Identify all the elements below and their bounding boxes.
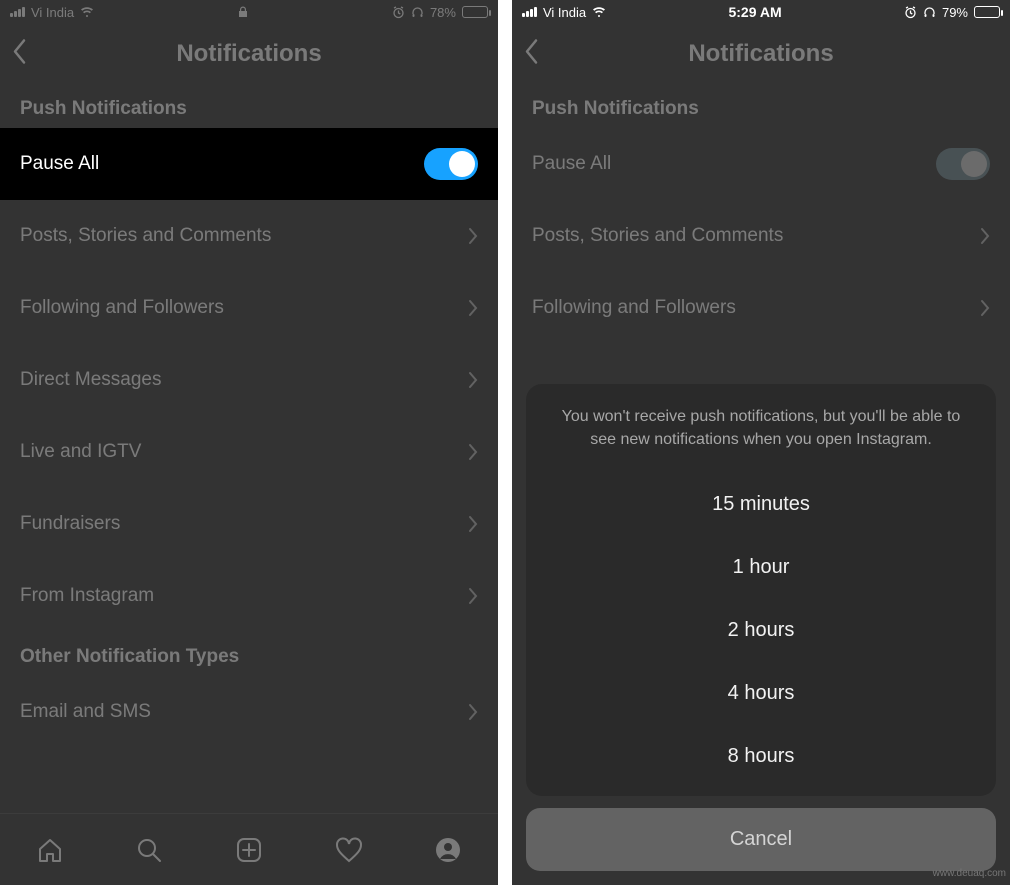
- pause-all-toggle[interactable]: [424, 148, 478, 180]
- row-label: Email and SMS: [20, 701, 151, 723]
- chevron-right-icon: [980, 299, 990, 317]
- row-from-instagram[interactable]: From Instagram: [0, 560, 498, 632]
- sheet-message: You won't receive push notifications, bu…: [550, 406, 972, 451]
- page-title: Notifications: [688, 40, 833, 68]
- tab-create[interactable]: [234, 835, 264, 865]
- section-push-notifications: Push Notifications: [0, 84, 498, 128]
- row-following-followers[interactable]: Following and Followers: [0, 272, 498, 344]
- carrier-label: Vi India: [543, 5, 586, 20]
- row-live-igtv[interactable]: Live and IGTV: [0, 416, 498, 488]
- row-label: From Instagram: [20, 585, 154, 607]
- watermark: www.deuaq.com: [933, 868, 1006, 879]
- pause-all-label: Pause All: [532, 153, 611, 175]
- option-15-minutes[interactable]: 15 minutes: [550, 473, 972, 536]
- section-other-notification-types: Other Notification Types: [0, 632, 498, 676]
- row-label: Posts, Stories and Comments: [20, 225, 271, 247]
- battery-icon: [974, 6, 1000, 18]
- row-email-sms[interactable]: Email and SMS: [0, 676, 498, 748]
- battery-pct-label: 78%: [430, 5, 456, 20]
- status-bar: Vi India 5:29 AM 79%: [512, 0, 1010, 24]
- pause-all-toggle[interactable]: [936, 148, 990, 180]
- pause-all-label: Pause All: [20, 153, 99, 175]
- signal-icon: [522, 7, 537, 17]
- headphone-icon: [411, 6, 424, 19]
- signal-icon: [10, 7, 25, 17]
- battery-icon: [462, 6, 488, 18]
- section-push-notifications: Push Notifications: [512, 84, 1010, 128]
- row-pause-all[interactable]: Pause All: [0, 128, 498, 200]
- option-4-hours[interactable]: 4 hours: [550, 662, 972, 725]
- alarm-icon: [904, 6, 917, 19]
- chevron-right-icon: [468, 371, 478, 389]
- row-label: Posts, Stories and Comments: [532, 225, 783, 247]
- sheet-body: You won't receive push notifications, bu…: [526, 384, 996, 796]
- tab-profile[interactable]: [433, 835, 463, 865]
- chevron-right-icon: [468, 587, 478, 605]
- status-bar: Vi India 78%: [0, 0, 498, 24]
- row-label: Following and Followers: [532, 297, 736, 319]
- lock-icon: [238, 6, 248, 18]
- row-direct-messages[interactable]: Direct Messages: [0, 344, 498, 416]
- row-posts-stories-comments[interactable]: Posts, Stories and Comments: [0, 200, 498, 272]
- row-label: Live and IGTV: [20, 441, 141, 463]
- chevron-right-icon: [468, 227, 478, 245]
- chevron-right-icon: [468, 515, 478, 533]
- cancel-button[interactable]: Cancel: [526, 808, 996, 871]
- row-posts-stories-comments[interactable]: Posts, Stories and Comments: [512, 200, 1010, 272]
- clock-label: 5:29 AM: [728, 4, 781, 20]
- chevron-right-icon: [468, 703, 478, 721]
- row-label: Direct Messages: [20, 369, 162, 391]
- tab-home[interactable]: [35, 835, 65, 865]
- pause-duration-sheet: You won't receive push notifications, bu…: [526, 384, 996, 871]
- alarm-icon: [392, 6, 405, 19]
- tab-search[interactable]: [134, 835, 164, 865]
- carrier-label: Vi India: [31, 5, 74, 20]
- tab-activity[interactable]: [334, 835, 364, 865]
- tab-bar: [0, 813, 498, 885]
- back-button[interactable]: [12, 39, 28, 70]
- row-pause-all[interactable]: Pause All: [512, 128, 1010, 200]
- row-label: Following and Followers: [20, 297, 224, 319]
- chevron-right-icon: [468, 299, 478, 317]
- chevron-right-icon: [468, 443, 478, 461]
- row-label: Fundraisers: [20, 513, 120, 535]
- back-button[interactable]: [524, 39, 540, 70]
- wifi-icon: [592, 6, 606, 18]
- battery-pct-label: 79%: [942, 5, 968, 20]
- nav-header: Notifications: [0, 24, 498, 84]
- option-8-hours[interactable]: 8 hours: [550, 725, 972, 788]
- page-title: Notifications: [176, 40, 321, 68]
- chevron-right-icon: [980, 227, 990, 245]
- wifi-icon: [80, 6, 94, 18]
- phone-screenshot-right: Vi India 5:29 AM 79% Notifications Push …: [512, 0, 1010, 885]
- row-following-followers[interactable]: Following and Followers: [512, 272, 1010, 344]
- headphone-icon: [923, 6, 936, 19]
- phone-screenshot-left: Vi India 78% Notifications Push Notifica…: [0, 0, 498, 885]
- option-1-hour[interactable]: 1 hour: [550, 536, 972, 599]
- option-2-hours[interactable]: 2 hours: [550, 599, 972, 662]
- nav-header: Notifications: [512, 24, 1010, 84]
- row-fundraisers[interactable]: Fundraisers: [0, 488, 498, 560]
